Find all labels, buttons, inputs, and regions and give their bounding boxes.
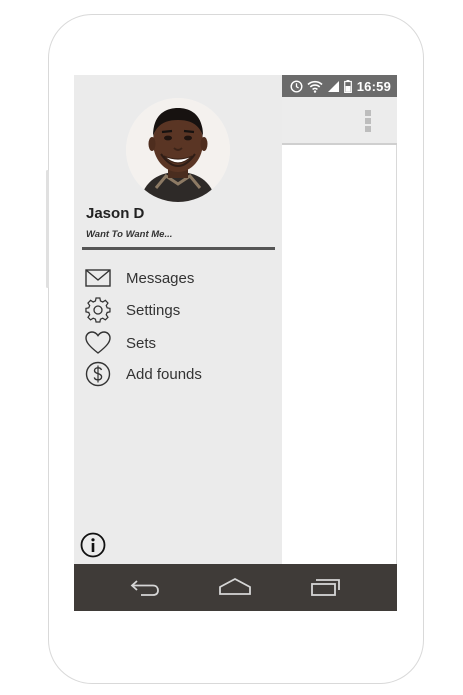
app-bar: [282, 97, 397, 145]
overflow-menu-icon[interactable]: [365, 110, 371, 132]
status-time: 16:59: [356, 78, 391, 94]
navigation-drawer: Jason D Want To Want Me... Messages Sett…: [74, 75, 282, 564]
dollar-icon: [84, 360, 112, 388]
menu-item-label: Sets: [126, 334, 157, 352]
drawer-divider: [82, 247, 275, 250]
status-bar: 16:59: [282, 75, 397, 97]
info-icon[interactable]: [80, 532, 106, 558]
avatar[interactable]: [126, 98, 230, 202]
mail-icon: [84, 264, 112, 292]
user-status-text: Want To Want Me...: [86, 229, 173, 240]
main-content: [282, 145, 397, 564]
system-nav-bar: [74, 564, 397, 611]
menu-item-messages[interactable]: Messages: [84, 263, 274, 293]
menu-item-label: Add founds: [126, 365, 202, 383]
cell-signal-icon: [327, 80, 340, 93]
menu-item-label: Messages: [126, 269, 195, 287]
user-name: Jason D: [86, 205, 145, 222]
battery-icon: [343, 79, 352, 93]
alarm-icon: [290, 79, 303, 93]
device-screen: 16:59 Jason D Want To Want Me... Message…: [74, 75, 397, 611]
heart-icon: [84, 329, 112, 357]
back-icon[interactable]: [127, 574, 163, 600]
wifi-icon: [307, 80, 323, 93]
phone-side-key: [46, 170, 49, 288]
menu-item-sets[interactable]: Sets: [84, 328, 274, 358]
menu-item-label: Settings: [126, 301, 181, 319]
menu-item-add-founds[interactable]: Add founds: [84, 359, 274, 389]
home-icon[interactable]: [217, 574, 253, 600]
menu-item-settings[interactable]: Settings: [84, 295, 274, 325]
recents-icon[interactable]: [307, 574, 343, 600]
gear-icon: [84, 296, 112, 324]
